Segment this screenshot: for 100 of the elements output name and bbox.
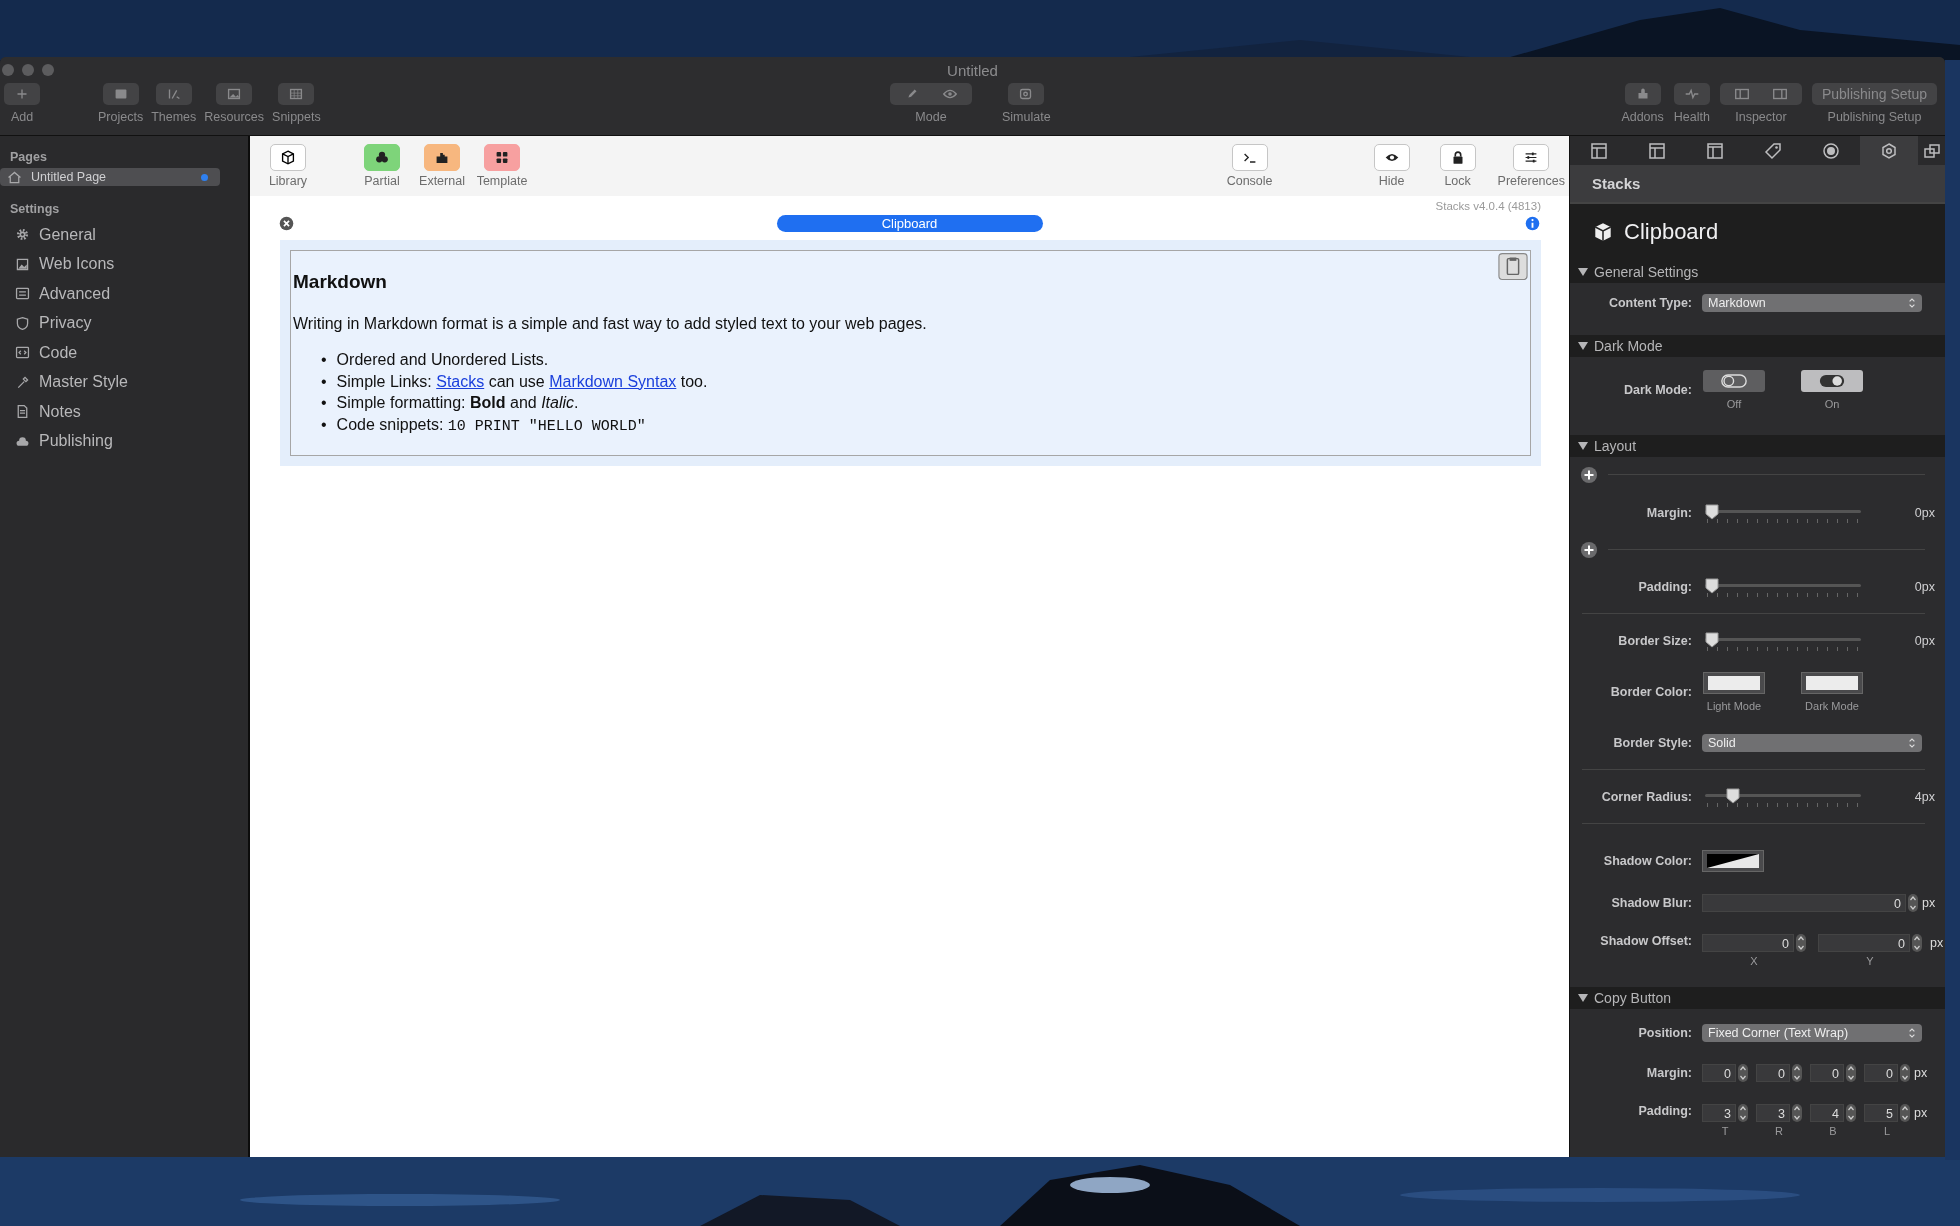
add-button[interactable] — [1580, 466, 1598, 484]
sidebar-item[interactable]: Master Style — [0, 367, 248, 397]
number-field[interactable]: 0 — [1810, 1064, 1844, 1082]
toolbar-button[interactable]: Lock — [1431, 144, 1484, 188]
number-field[interactable]: 0 — [1756, 1064, 1790, 1082]
sidebar-item[interactable]: Notes — [0, 397, 248, 427]
inspector-header: Stacks — [1592, 175, 1641, 193]
dropdown[interactable]: Markdown — [1702, 294, 1922, 312]
bullet: • — [321, 371, 327, 392]
slider-value: 4px — [1914, 790, 1936, 804]
stepper-icon[interactable] — [1846, 1104, 1856, 1122]
slider-value: 0px — [1914, 634, 1936, 648]
stepper-icon[interactable] — [1738, 1064, 1748, 1082]
toolbar-button[interactable]: Library — [262, 144, 314, 188]
field-label: Corner Radius: — [1600, 790, 1692, 804]
number-field[interactable]: 0 — [1702, 1064, 1736, 1082]
preview-icon[interactable] — [1008, 83, 1045, 105]
add-button[interactable] — [1580, 541, 1598, 559]
field-label: Position: — [1637, 1026, 1692, 1040]
chevron-icon — [1908, 297, 1916, 309]
bullet: • — [321, 393, 327, 413]
stepper-icon[interactable] — [1792, 1064, 1802, 1082]
puzzle-icon[interactable] — [1624, 83, 1661, 105]
caption: Off — [1726, 398, 1742, 410]
stepper-icon[interactable] — [1846, 1064, 1856, 1082]
link[interactable]: Stacks — [436, 372, 485, 390]
segmented-control[interactable] — [1719, 83, 1802, 105]
slider-thumb[interactable] — [1705, 632, 1719, 648]
layout-icon — [1705, 140, 1725, 161]
link[interactable]: Markdown Syntax — [549, 372, 677, 390]
toolbar-button[interactable]: Template — [476, 144, 528, 188]
stepper-icon[interactable] — [1900, 1104, 1910, 1122]
toolbar-button[interactable]: Themes — [151, 83, 197, 124]
number-field[interactable]: 0 — [1864, 1064, 1898, 1082]
toggle-button[interactable] — [1801, 370, 1863, 392]
number-field[interactable]: 0 — [1818, 934, 1910, 952]
number-field[interactable]: 3 — [1756, 1104, 1790, 1122]
stepper-icon[interactable] — [1912, 934, 1922, 952]
caption: R — [1775, 1125, 1783, 1137]
caption: B — [1829, 1125, 1837, 1137]
toolbar-label: Addons — [1621, 110, 1664, 124]
slider-thumb[interactable] — [1705, 578, 1719, 594]
toolbar-label: Health — [1673, 110, 1710, 124]
stepper-icon[interactable] — [1792, 1104, 1802, 1122]
close-icon[interactable] — [278, 214, 295, 232]
field-label: Shadow Color: — [1602, 854, 1692, 868]
color-well[interactable] — [1801, 672, 1863, 694]
toggle-button[interactable] — [1703, 370, 1765, 392]
sidebar-item[interactable]: Publishing — [0, 426, 248, 456]
dropdown[interactable]: Solid — [1702, 734, 1922, 752]
section-header[interactable]: General Settings — [1570, 261, 1945, 283]
section-header[interactable]: Dark Mode — [1570, 335, 1945, 357]
number-field[interactable]: 5 — [1864, 1104, 1898, 1122]
toolbar-button[interactable]: Preferences — [1497, 144, 1565, 188]
list-item: Simple Links: Stacks can use Markdown Syntax too. — [336, 371, 708, 392]
segmented-control[interactable] — [890, 83, 972, 105]
inspector-tab[interactable] — [1860, 136, 1918, 166]
sidebar-item[interactable]: Privacy — [0, 308, 248, 338]
slider-thumb[interactable] — [1705, 504, 1719, 520]
stepper-icon[interactable] — [1796, 934, 1806, 952]
color-well[interactable] — [1703, 672, 1765, 694]
dropdown[interactable]: Fixed Corner (Text Wrap) — [1702, 1024, 1922, 1042]
toolbar-button[interactable]: Console — [1223, 144, 1276, 188]
toolbar-button[interactable]: Hide — [1365, 144, 1418, 188]
sidebar-item[interactable]: Code — [0, 338, 248, 368]
pulse-icon[interactable] — [1673, 83, 1710, 105]
section-header[interactable]: Copy Button — [1570, 987, 1945, 1009]
toolbar-button[interactable]: Partial — [356, 144, 408, 188]
toolbar-button[interactable]: External — [416, 144, 468, 188]
field-label: Margin: — [1645, 1066, 1692, 1080]
toolbar-button[interactable]: Projects — [98, 83, 144, 124]
caption: Light Mode — [1706, 700, 1762, 712]
stack-title[interactable]: Clipboard — [776, 214, 1043, 232]
caption: T — [1721, 1125, 1729, 1137]
stepper-icon[interactable] — [1738, 1104, 1748, 1122]
sidebar-item[interactable]: Advanced — [0, 279, 248, 309]
info-icon[interactable] — [1524, 214, 1541, 232]
grid-icon — [278, 83, 315, 105]
slider-thumb[interactable] — [1726, 788, 1741, 804]
sidebar-item[interactable]: General — [0, 220, 248, 250]
caption: L — [1883, 1125, 1891, 1137]
plus-icon — [4, 83, 40, 105]
number-field[interactable]: 3 — [1702, 1104, 1736, 1122]
section-header[interactable]: Layout — [1570, 435, 1945, 457]
number-field[interactable]: 0 — [1702, 894, 1906, 912]
caption: X — [1750, 955, 1758, 967]
eye-icon — [1373, 144, 1410, 171]
toolbar-button[interactable]: Snippets — [272, 83, 321, 124]
stepper-icon[interactable] — [1908, 894, 1918, 912]
color-well[interactable] — [1702, 850, 1764, 872]
window-title: Untitled — [947, 61, 998, 79]
sidebar-item[interactable]: Web Icons — [0, 249, 248, 279]
toolbar-button[interactable]: Resources — [204, 83, 265, 124]
toolbar-button[interactable]: Add — [4, 83, 40, 124]
bullet: • — [321, 350, 327, 370]
stepper-icon[interactable] — [1900, 1064, 1910, 1082]
copy-icon[interactable] — [1498, 253, 1528, 280]
sidebar-item[interactable]: Untitled Page — [0, 168, 220, 186]
number-field[interactable]: 0 — [1702, 934, 1794, 952]
number-field[interactable]: 4 — [1810, 1104, 1844, 1122]
